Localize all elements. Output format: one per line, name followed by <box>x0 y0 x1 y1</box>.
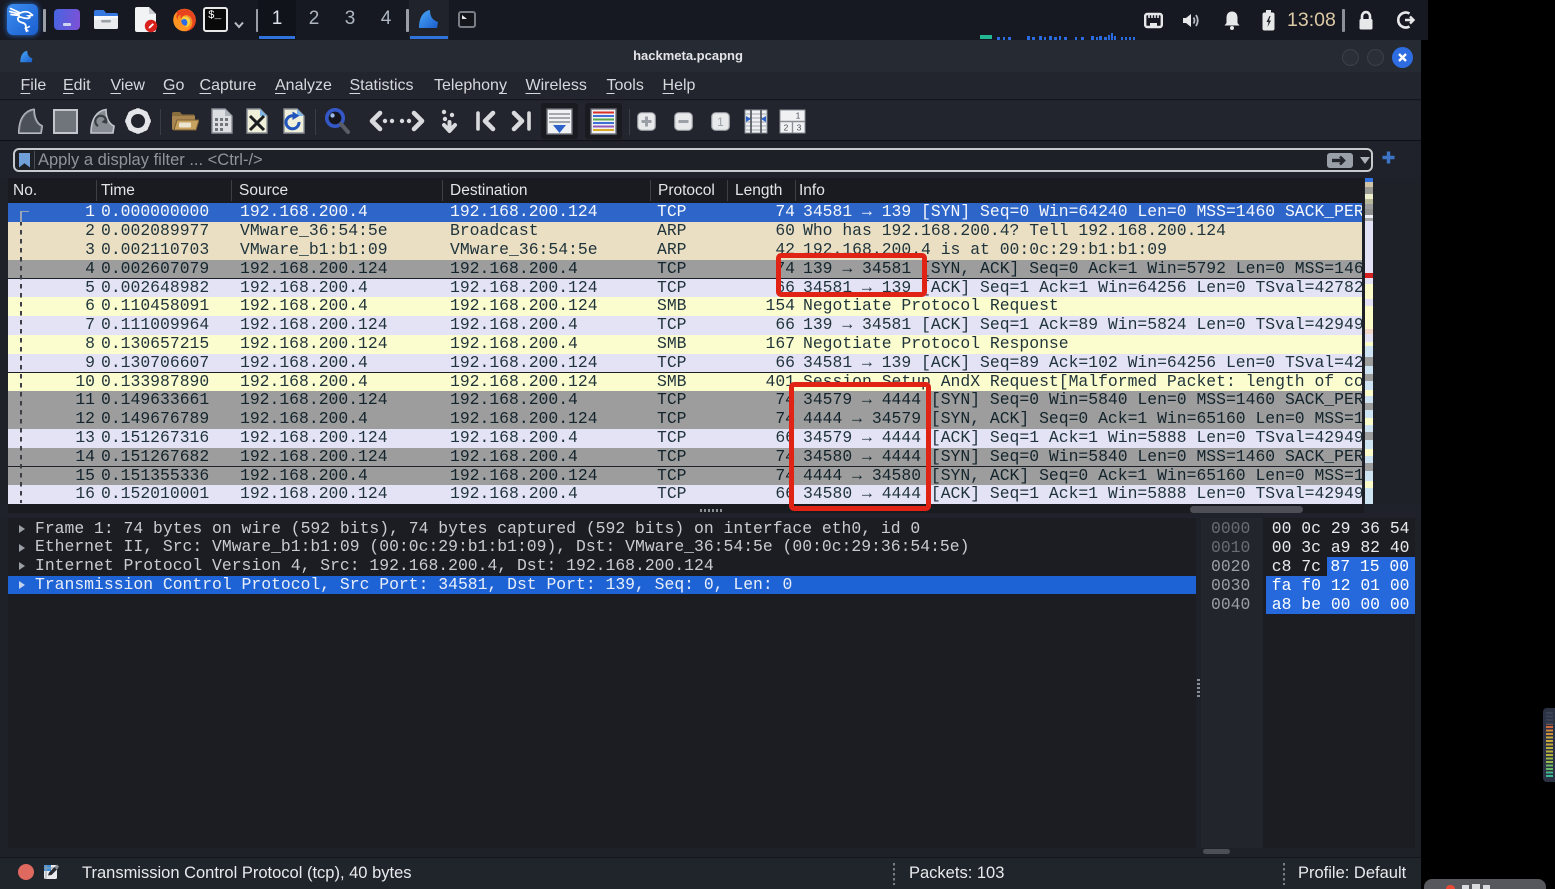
svg-text:1: 1 <box>717 115 724 129</box>
svg-text:1: 1 <box>796 111 801 121</box>
svg-text:2: 2 <box>784 123 789 133</box>
svg-text:3: 3 <box>797 123 802 133</box>
